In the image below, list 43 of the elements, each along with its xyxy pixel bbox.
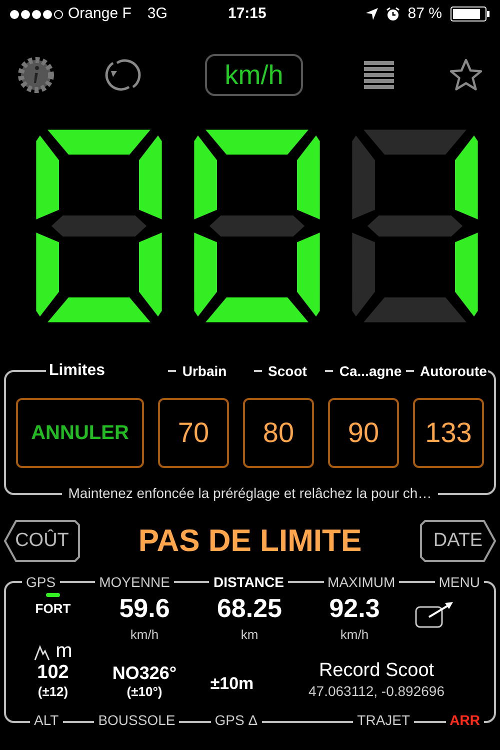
stat-unit: km/h — [340, 626, 369, 644]
gps-error: ±10m — [209, 673, 255, 694]
limit-category: Urbain — [182, 362, 227, 380]
limit-category: Ca...agne — [339, 362, 402, 381]
unit-toggle-button[interactable]: km/h — [205, 54, 303, 96]
refresh-icon[interactable] — [104, 57, 140, 93]
stat-value: 59.6 — [119, 593, 170, 623]
battery-percent: 87 % — [408, 4, 442, 24]
clock: 17:15 — [228, 4, 266, 24]
stat-value: 92.3 — [329, 593, 380, 623]
gps-strength: FORT — [35, 600, 71, 618]
mountain-icon — [34, 644, 50, 660]
record-title: Record Scoot — [318, 659, 434, 683]
network-type: 3G — [147, 4, 168, 24]
forward-button[interactable]: DATE — [420, 520, 496, 562]
gps-signal-bar — [46, 593, 60, 597]
speed-preset-button[interactable]: 80 — [243, 398, 314, 468]
limit-status: PAS DE LIMITE — [138, 522, 362, 560]
altitude-value: 102 — [37, 660, 69, 684]
back-button[interactable]: COÛT — [4, 520, 80, 562]
alarm-clock-icon — [386, 7, 400, 21]
heading-error: (±10°) — [126, 684, 162, 700]
stat-unit: km/h — [130, 626, 159, 644]
stat-value: 68.25 — [216, 593, 282, 623]
location-arrow-icon — [366, 8, 378, 20]
menu-icon[interactable] — [364, 59, 394, 91]
coordinates: 47.063112, -0.892696 — [308, 683, 444, 700]
stat-unit: km — [240, 626, 258, 644]
heading-value: NO326° — [112, 662, 177, 684]
signal-icon — [10, 10, 63, 18]
speed-preset-button[interactable]: 133 — [413, 398, 484, 468]
speed-preset-button[interactable]: 90 — [328, 398, 399, 468]
share-icon[interactable] — [415, 599, 455, 629]
altitude-unit: m — [56, 640, 72, 660]
cancel-button[interactable]: ANNULER — [16, 398, 144, 468]
altitude-error: (±12) — [38, 684, 68, 700]
speed-preset-button[interactable]: 70 — [158, 398, 229, 468]
battery-icon — [450, 6, 490, 22]
settings-info-icon[interactable] — [16, 55, 56, 95]
star-icon[interactable] — [448, 57, 484, 93]
limit-category: Autoroute — [420, 362, 487, 380]
carrier-name: Orange F — [68, 4, 132, 24]
limit-category: Scoot — [268, 362, 307, 380]
